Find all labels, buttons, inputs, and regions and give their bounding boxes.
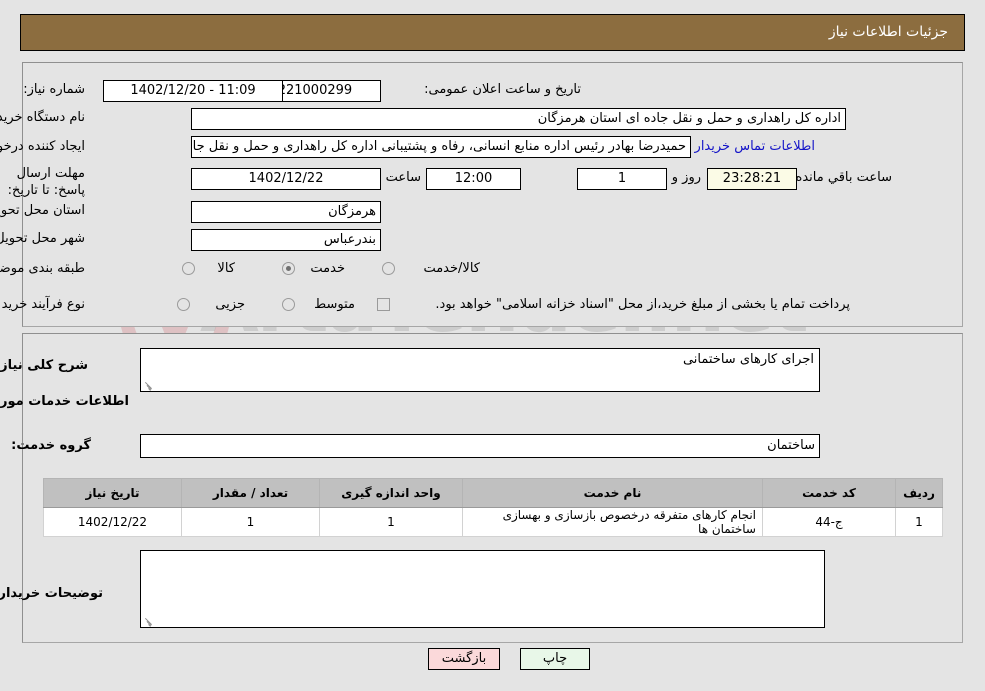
remaining-days-label: روز و [671,170,701,185]
deadline-label: مهلت ارسال پاسخ: تا تاریخ: [7,166,85,198]
buyer-contact-link[interactable]: اطلاعات تماس خریدار [695,139,815,155]
th-quantity: تعداد / مقدار [181,478,320,508]
requester-value: حمیدرضا بهادر رئیس اداره منابع انسانی، ر… [191,136,691,158]
deadline-hour-value: 12:00 [426,168,521,190]
general-desc-value: اجرای کارهای ساختمانی [682,352,814,367]
cell-row: 1 [895,507,943,537]
resize-grip-icon [143,614,155,627]
cell-unit: 1 [319,507,463,537]
remaining-countdown-value: 23:28:21 [707,168,797,190]
process-label-motavaset: متوسط [314,297,355,312]
process-radio-jozei[interactable] [177,298,190,311]
buyer-notes-textarea[interactable] [140,550,825,628]
process-label: نوع فرآیند خرید : [0,297,85,312]
treasury-bond-checkbox[interactable] [377,298,390,311]
buyer-org-label: نام دستگاه خریدار: [0,110,85,125]
cell-code: ج-44 [762,507,896,537]
cell-quantity: 1 [181,507,320,537]
services-info-title: اطلاعات خدمات مورد نیاز [0,394,129,409]
cell-name: انجام کارهای متفرقه درخصوص بازسازی و بهس… [462,507,763,537]
page-header-bar: جزئیات اطلاعات نیاز [20,14,965,51]
table-header-row: ردیف کد خدمت نام خدمت واحد اندازه گیری ت… [43,478,943,508]
resize-grip-icon [143,378,155,391]
buyer-org-value: اداره کل راهداری و حمل و نقل جاده ای است… [191,108,846,130]
city-value: بندرعباس [191,229,381,251]
city-label: شهر محل تحویل: [0,231,85,246]
announce-datetime-value: 11:09 - 1402/12/20 [103,80,283,102]
th-unit: واحد اندازه گیری [319,478,463,508]
need-number-label: شماره نیاز: [23,82,85,97]
remaining-days-value: 1 [577,168,667,190]
deadline-date-value: 1402/12/22 [191,168,381,190]
buyer-notes-label: توضیحات خریدار: [0,586,103,601]
category-label: طبقه بندی موضوعی: [0,261,85,276]
category-radio-khedmat[interactable] [282,262,295,275]
province-label: استان محل تحویل: [0,203,85,218]
services-table: ردیف کد خدمت نام خدمت واحد اندازه گیری ت… [43,478,943,537]
table-row: 1 ج-44 انجام کارهای متفرقه درخصوص بازساز… [43,507,943,537]
category-label-kala-khedmat: کالا/خدمت [423,261,480,276]
general-desc-textarea[interactable]: اجرای کارهای ساختمانی [140,348,820,392]
print-button[interactable]: چاپ [520,648,590,670]
category-radio-kala-khedmat[interactable] [382,262,395,275]
process-radio-motavaset[interactable] [282,298,295,311]
remaining-countdown-label: ساعت باقي مانده [795,170,892,185]
th-code: کد خدمت [762,478,896,508]
process-label-jozei: جزیی [215,297,245,312]
announce-datetime-label: تاریخ و ساعت اعلان عمومی: [424,82,581,97]
deadline-hour-label: ساعت [385,170,421,185]
th-name: نام خدمت [462,478,763,508]
back-button[interactable]: بازگشت [428,648,500,670]
category-label-khedmat: خدمت [310,261,345,276]
treasury-bond-label: پرداخت تمام یا بخشی از مبلغ خرید،از محل … [435,297,850,312]
service-group-value: ساختمان [140,434,820,458]
category-label-kala: کالا [217,261,235,276]
service-group-label: گروه خدمت: [11,438,91,453]
cell-date: 1402/12/22 [43,507,182,537]
page-title: جزئیات اطلاعات نیاز [828,24,948,40]
general-desc-label: شرح کلی نیاز: [0,358,88,373]
province-value: هرمزگان [191,201,381,223]
category-radio-kala[interactable] [182,262,195,275]
th-row: ردیف [895,478,943,508]
page-root: ArtaTender.net جزئیات اطلاعات نیاز شماره… [0,0,985,691]
requester-label: ایجاد کننده درخواست: [0,139,85,154]
th-date: تاریخ نیاز [43,478,182,508]
